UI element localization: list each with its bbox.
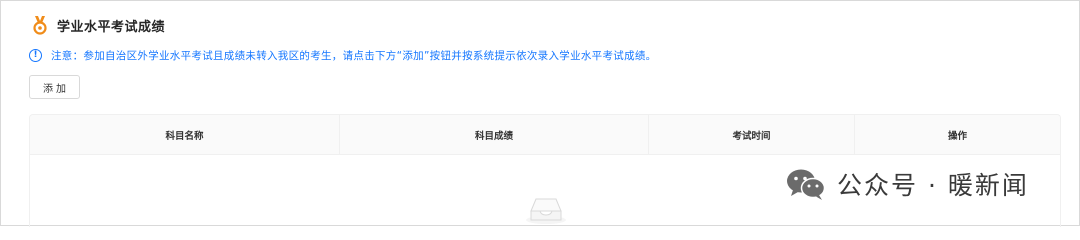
table-header: 科目名称 科目成绩 考试时间 操作	[30, 115, 1060, 155]
panel-header: 学业水平考试成绩	[31, 14, 165, 36]
column-header-subject-score: 科目成绩	[340, 115, 649, 154]
empty-inbox-icon	[526, 198, 566, 224]
column-header-exam-time: 考试时间	[649, 115, 855, 154]
column-header-actions: 操作	[947, 130, 967, 142]
notice-banner: ! 注意：参加自治区外学业水平考试且成绩未转入我区的考生，请点击下方“添加”按钮…	[29, 46, 656, 64]
watermark-text: 公众号 · 暖新闻	[837, 171, 1029, 200]
medal-icon	[33, 16, 47, 35]
watermark: 公众号 · 暖新闻	[785, 166, 1029, 202]
wechat-icon	[787, 169, 826, 200]
page-title: 学业水平考试成绩	[57, 19, 166, 35]
add-button[interactable]: 添加	[29, 75, 80, 99]
score-panel: 学业水平考试成绩 ! 注意：参加自治区外学业水平考试且成绩未转入我区的考生，请点…	[0, 0, 1080, 227]
notice-text: 注意：参加自治区外学业水平考试且成绩未转入我区的考生，请点击下方“添加”按钮并按…	[51, 49, 657, 62]
info-circle-icon: !	[29, 48, 42, 62]
column-header-subject-name: 科目名称	[30, 115, 340, 154]
